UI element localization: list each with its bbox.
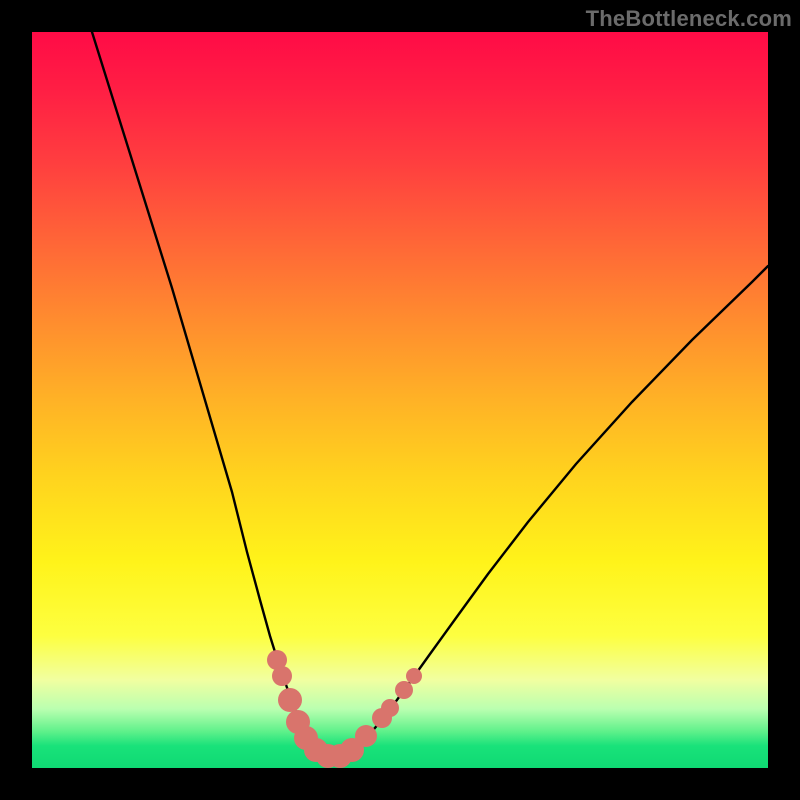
marker-dot bbox=[395, 681, 413, 699]
marker-dot bbox=[406, 668, 422, 684]
marker-dot bbox=[272, 666, 292, 686]
curve-left-curve bbox=[92, 32, 334, 758]
chart-svg bbox=[32, 32, 768, 768]
marker-dot bbox=[355, 725, 377, 747]
marker-dot bbox=[381, 699, 399, 717]
marker-dot bbox=[278, 688, 302, 712]
watermark: TheBottleneck.com bbox=[586, 6, 792, 32]
plot-area bbox=[32, 32, 768, 768]
chart-frame: TheBottleneck.com bbox=[0, 0, 800, 800]
